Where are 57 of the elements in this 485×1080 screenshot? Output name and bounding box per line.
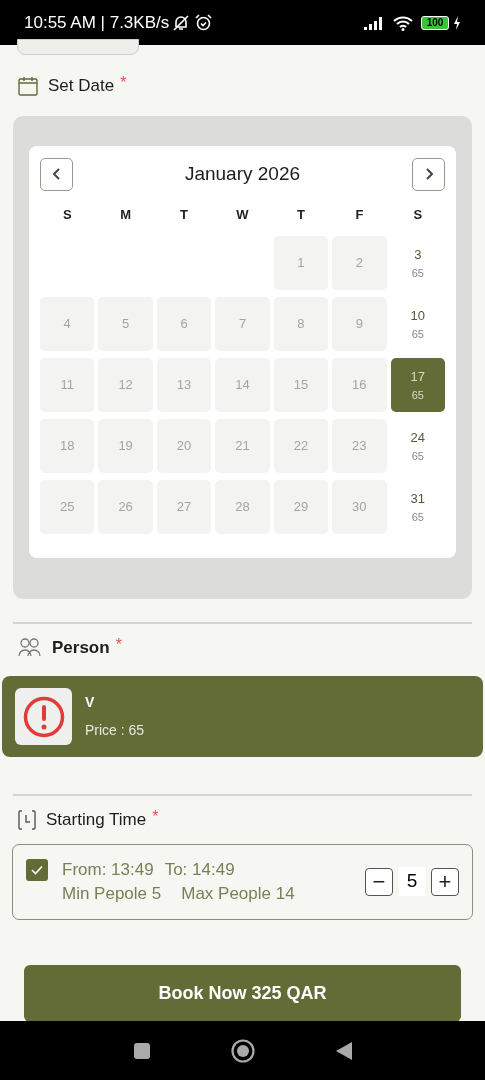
day-price: 65 xyxy=(411,265,424,281)
section-label: Person xyxy=(52,636,110,659)
decrement-button[interactable]: − xyxy=(365,867,393,896)
check-icon xyxy=(31,864,43,875)
weekday-label: S xyxy=(61,205,73,224)
day-price: 65 xyxy=(411,387,424,403)
people-icon xyxy=(18,637,42,658)
option-name: V xyxy=(85,693,96,712)
next-month-button[interactable] xyxy=(412,157,445,191)
home-button[interactable] xyxy=(230,1038,255,1063)
day-number: 3 xyxy=(414,246,422,264)
weekday-label: F xyxy=(354,205,365,224)
book-now-button[interactable]: Book Now 325 QAR xyxy=(24,964,461,1022)
calendar-day-cell[interactable]: 17 65 xyxy=(390,358,445,412)
status-time: 10:55 AM | 7.3KB/s xyxy=(24,11,170,34)
weekday-label: T xyxy=(179,205,190,224)
required-mark: * xyxy=(120,73,127,93)
day-number: 31 xyxy=(410,490,425,508)
alarm-icon xyxy=(195,14,213,31)
to-time: To: 14:49 xyxy=(164,858,235,881)
required-mark: * xyxy=(115,634,122,655)
signal-icon xyxy=(363,15,385,30)
calendar-icon xyxy=(18,75,38,96)
chevron-left-icon xyxy=(51,168,62,180)
person-option-card[interactable]: V Price : 65 xyxy=(2,676,483,757)
back-button[interactable] xyxy=(334,1040,353,1061)
month-title: January 2026 xyxy=(184,161,301,186)
day-number: 17 xyxy=(410,368,425,386)
from-time: From: 13:49 xyxy=(62,858,154,881)
weekday-label: W xyxy=(235,205,250,224)
day-price: 65 xyxy=(411,509,424,525)
charging-icon xyxy=(453,15,461,30)
increment-button[interactable]: + xyxy=(431,867,459,896)
checkbox[interactable] xyxy=(26,858,48,881)
clock-icon xyxy=(18,809,36,830)
day-number: 24 xyxy=(410,429,425,447)
required-mark: * xyxy=(152,807,159,827)
wifi-icon xyxy=(393,14,413,31)
max-people: Max People 14 xyxy=(181,882,295,905)
option-price: Price : 65 xyxy=(85,721,145,740)
day-price: 65 xyxy=(411,326,424,342)
dropdown-field[interactable] xyxy=(17,39,139,55)
day-number: 10 xyxy=(410,307,425,325)
alert-icon xyxy=(22,695,65,738)
chevron-right-icon xyxy=(423,168,434,180)
section-label: Set Date xyxy=(48,75,115,97)
battery-icon: 100 xyxy=(421,15,449,30)
weekday-label: T xyxy=(295,205,306,224)
weekday-label: S xyxy=(412,205,424,224)
mute-bell-icon xyxy=(173,13,190,32)
recents-button[interactable] xyxy=(132,1041,151,1060)
previous-month-button[interactable] xyxy=(40,157,73,191)
section-label: Starting Time xyxy=(46,809,147,831)
min-people: Min Pepole 5 xyxy=(62,882,162,905)
weekday-label: M xyxy=(119,205,133,224)
day-price: 65 xyxy=(411,448,424,464)
quantity-value: 5 xyxy=(399,867,425,896)
